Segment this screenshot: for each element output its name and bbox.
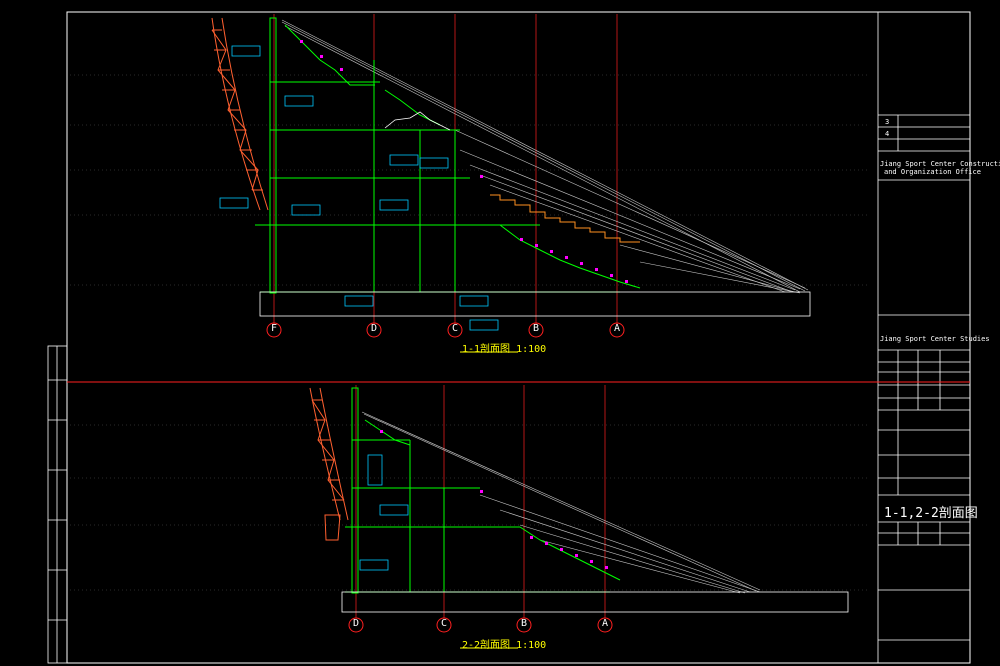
steel-facade-bottom — [309, 387, 349, 541]
axis-label-2-d: D — [352, 618, 360, 629]
axis-label-1-b: B — [532, 323, 540, 334]
studio-name-en: Jiang Sport Center Studies — [880, 335, 990, 343]
level-lines — [70, 74, 870, 591]
floors-top — [255, 17, 641, 294]
axis-label-1-d: D — [370, 323, 378, 334]
rev-number-3: 3 — [885, 118, 890, 126]
drawing-frame — [66, 11, 971, 664]
axis-label-1-c: C — [451, 323, 459, 334]
seat-markers-top — [300, 40, 628, 283]
axis-label-2-b: B — [520, 618, 528, 629]
ground-slab-top — [259, 291, 811, 317]
axis-label-2-a: A — [601, 618, 609, 629]
axis-bubbles-top — [266, 322, 625, 338]
axis-bubbles-bottom — [348, 617, 613, 633]
section-1-1 — [211, 17, 811, 353]
org-name-en-line2: and Organization Office — [884, 168, 981, 176]
rev-number-4: 4 — [885, 130, 890, 138]
drawing-title: 1-1,2-2剖面图 — [884, 506, 978, 521]
axis-label-1-a: A — [613, 323, 621, 334]
label-boxes-top — [219, 45, 499, 331]
axis-label-2-c: C — [440, 618, 448, 629]
ground-slab-bottom — [341, 591, 849, 613]
section-2-2 — [309, 387, 849, 649]
glazing-panel — [367, 454, 383, 486]
roof-canopy-bottom — [361, 411, 761, 594]
org-name-en-line1: Jiang Sport Center Construction — [880, 160, 1000, 168]
section-caption-1-1: 1-1剖面图 1:100 — [462, 344, 547, 355]
section-caption-2-2: 2-2剖面图 1:100 — [462, 640, 547, 651]
binding-strip — [47, 345, 68, 664]
grid-lines-bottom — [355, 385, 606, 618]
stands-white-top — [384, 111, 451, 131]
label-boxes-bottom — [359, 504, 409, 571]
axis-label-1-f: F — [270, 323, 278, 334]
cad-drawing-canvas — [47, 11, 971, 664]
seat-markers-bottom — [380, 430, 608, 569]
grid-lines-top — [273, 14, 618, 325]
